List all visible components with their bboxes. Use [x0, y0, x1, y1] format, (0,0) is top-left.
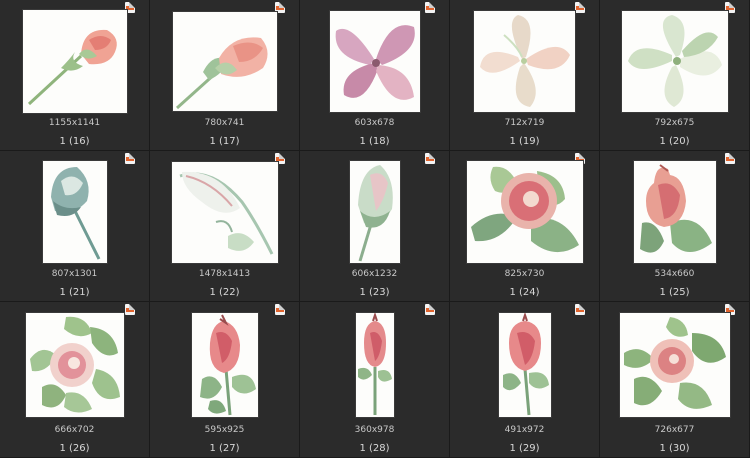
file-name: 1 (26) [59, 443, 90, 454]
image-dimensions: 360x978 [354, 425, 395, 435]
image-dimensions: 807x1301 [51, 269, 98, 279]
file-thumbnail[interactable]: 534x660 1 (25) [600, 151, 750, 302]
file-name: 1 (30) [659, 443, 690, 454]
image-dimensions: 603x678 [354, 118, 395, 128]
image-dimensions: 726x677 [654, 425, 695, 435]
flower-image [621, 10, 728, 112]
file-name: 1 (28) [359, 443, 390, 454]
file-thumbnail[interactable]: 792x675 1 (20) [600, 0, 750, 151]
file-name: 1 (27) [209, 443, 240, 454]
image-dimensions: 595x925 [204, 425, 245, 435]
image-dimensions: 712x719 [504, 118, 545, 128]
image-dimensions: 1155x1141 [48, 118, 101, 128]
file-thumbnail[interactable]: 825x730 1 (24) [450, 151, 600, 302]
tulip-bud-image [171, 161, 278, 263]
file-thumbnail[interactable]: 1155x1141 1 (16) [0, 0, 150, 151]
file-thumbnail[interactable]: 712x719 1 (19) [450, 0, 600, 151]
berry-wreath-image [25, 313, 124, 417]
file-thumbnail[interactable]: 1478x1413 1 (22) [150, 151, 300, 302]
image-dimensions: 491x972 [504, 425, 545, 435]
thumbnail-grid: 1155x1141 1 (16) 780x741 1 (17) 603x678 … [0, 0, 750, 458]
file-name: 1 (19) [509, 136, 540, 147]
file-thumbnail[interactable]: 491x972 1 (29) [450, 302, 600, 458]
file-name: 1 (20) [659, 136, 690, 147]
file-name: 1 (18) [359, 136, 390, 147]
file-name: 1 (17) [209, 136, 240, 147]
rosebud-image [22, 9, 127, 113]
berry-image [633, 161, 716, 263]
bud-image [349, 161, 400, 263]
flower-image [474, 10, 575, 112]
file-name: 1 (21) [59, 287, 90, 298]
image-dimensions: 606x1232 [351, 269, 398, 279]
file-name: 1 (25) [659, 287, 690, 298]
rosehip-image [191, 313, 258, 417]
file-thumbnail[interactable]: 726x677 1 (30) [600, 302, 750, 458]
image-dimensions: 534x660 [654, 269, 695, 279]
file-thumbnail[interactable]: 666x702 1 (26) [0, 302, 150, 458]
file-thumbnail[interactable]: 603x678 1 (18) [300, 0, 450, 151]
berry-image [466, 161, 583, 263]
image-dimensions: 666x702 [54, 425, 95, 435]
flower-image [329, 10, 420, 112]
image-dimensions: 792x675 [654, 118, 695, 128]
file-name: 1 (23) [359, 287, 390, 298]
file-thumbnail[interactable]: 595x925 1 (27) [150, 302, 300, 458]
file-thumbnail[interactable]: 360x978 1 (28) [300, 302, 450, 458]
file-thumbnail[interactable]: 780x741 1 (17) [150, 0, 300, 151]
file-name: 1 (29) [509, 443, 540, 454]
bud-image [42, 161, 107, 263]
file-thumbnail[interactable]: 807x1301 1 (21) [0, 151, 150, 302]
image-dimensions: 780x741 [204, 118, 245, 128]
rosebud-image [172, 11, 277, 111]
image-dimensions: 825x730 [504, 269, 545, 279]
file-name: 1 (24) [509, 287, 540, 298]
file-name: 1 (22) [209, 287, 240, 298]
rosehip-image [355, 313, 394, 417]
file-thumbnail[interactable]: 606x1232 1 (23) [300, 151, 450, 302]
berry-image [619, 313, 730, 417]
file-name: 1 (16) [59, 136, 90, 147]
rosehip-image [498, 313, 551, 417]
image-dimensions: 1478x1413 [198, 269, 251, 279]
